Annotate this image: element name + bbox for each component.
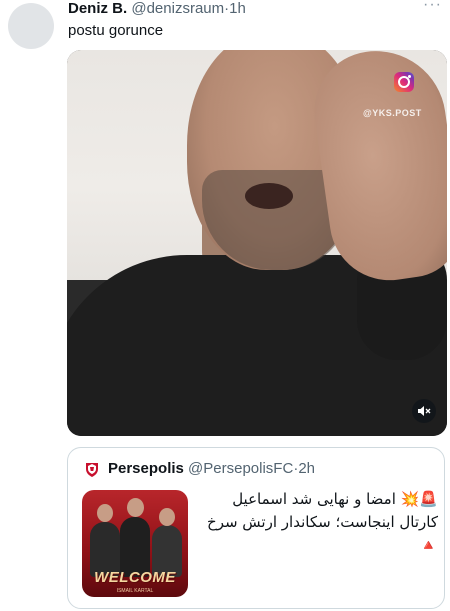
tweet-text: postu gorunce (68, 22, 164, 39)
mute-button[interactable] (412, 399, 436, 423)
speaker-muted-icon (418, 406, 431, 416)
image-figure-center (120, 517, 150, 577)
author-name[interactable]: Deniz B. (68, 0, 127, 17)
more-options-icon[interactable]: ··· (423, 0, 442, 14)
persepolis-logo-icon[interactable] (83, 460, 101, 478)
author-avatar[interactable] (8, 3, 54, 49)
image-figure-center-head (127, 498, 144, 517)
image-figure-left-head (97, 504, 113, 522)
tweet-video[interactable]: @YKS.POST (67, 50, 447, 436)
quoted-tweet-card[interactable]: Persepolis @PersepolisFC·2h WELCOME ISMA… (67, 447, 445, 609)
quoted-tweet-header: Persepolis @PersepolisFC·2h (108, 460, 315, 478)
quoted-tweet-image[interactable]: WELCOME ISMAIL KARTAL (82, 490, 188, 597)
image-welcome-text: WELCOME (94, 569, 176, 586)
quoted-tweet-text: 🚨💥 امضا و نهایی شد اسماعیل کارتال اینجاس… (207, 490, 438, 554)
quoted-author-name[interactable]: Persepolis (108, 460, 184, 477)
video-person-mouth (245, 183, 293, 209)
quoted-tweet-time[interactable]: 2h (298, 460, 315, 477)
tweet-time[interactable]: 1h (229, 0, 246, 17)
video-watermark: @YKS.POST (363, 108, 422, 118)
image-figure-right-head (159, 508, 175, 526)
author-handle[interactable]: @denizsraum (131, 0, 224, 17)
image-subtext: ISMAIL KARTAL (116, 588, 154, 594)
instagram-icon (394, 72, 414, 92)
tweet-header: Deniz B. @denizsraum·1h (68, 0, 442, 18)
quoted-author-handle[interactable]: @PersepolisFC (188, 460, 293, 477)
